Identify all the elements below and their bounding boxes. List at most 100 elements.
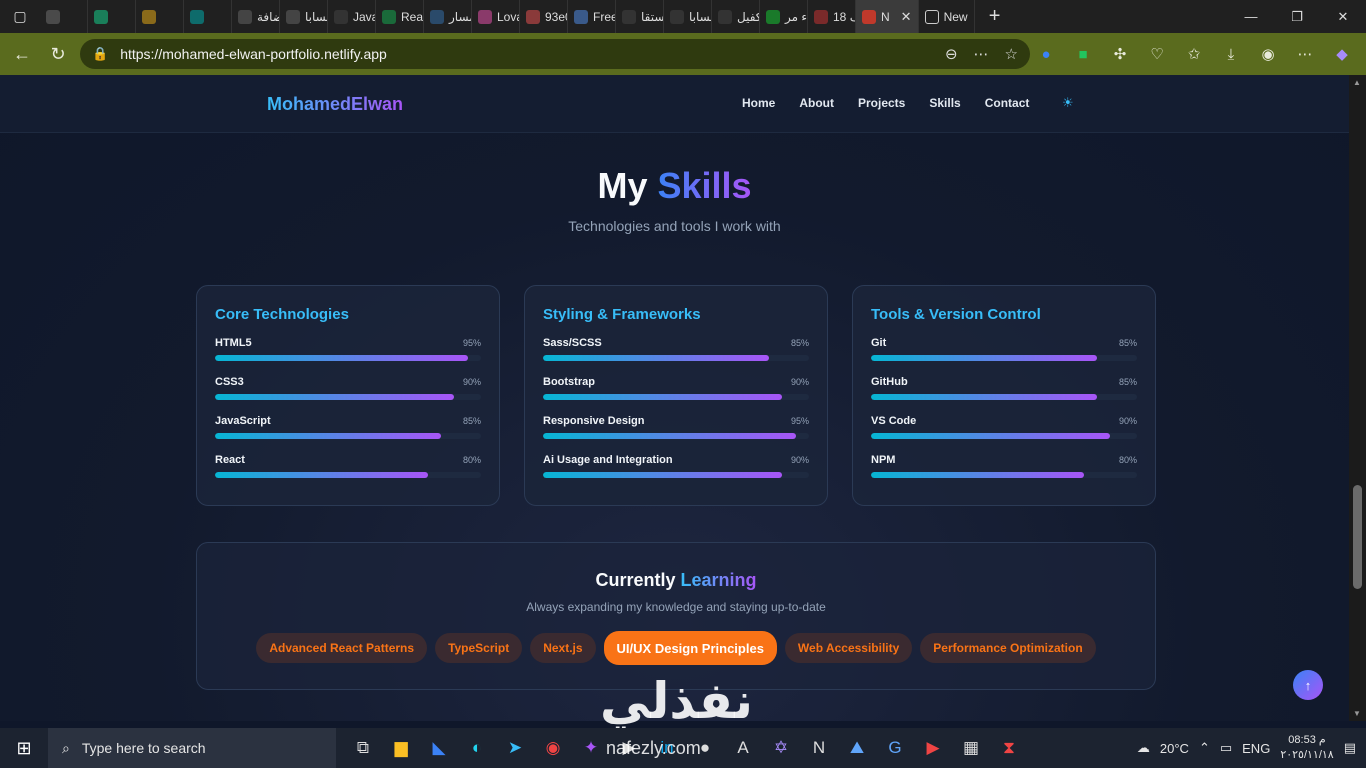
language-indicator[interactable]: ENG xyxy=(1242,741,1270,756)
youtube-icon[interactable]: ▶ xyxy=(914,728,952,768)
browser-tab[interactable] xyxy=(40,0,88,33)
settings-more-icon[interactable]: ⋯ xyxy=(1295,45,1315,63)
copilot-icon[interactable]: ◆ xyxy=(1332,45,1352,63)
browser-tab-bar: ▢ إضافة حسابا JavaS React مسار Lovab 93e0 Freep… xyxy=(0,0,1366,33)
figma-icon[interactable]: ✦ xyxy=(572,728,610,768)
refresh-icon[interactable]: ↻ xyxy=(40,33,76,75)
nav-link-projects[interactable]: Projects xyxy=(858,96,905,110)
favorites-icon[interactable]: ✩ xyxy=(1184,45,1204,63)
nav-link-contact[interactable]: Contact xyxy=(985,96,1030,110)
skill-progress-fill xyxy=(871,394,1098,400)
profile-avatar[interactable]: ◉ xyxy=(1258,45,1278,63)
learning-chip[interactable]: Web Accessibility xyxy=(784,633,913,663)
skill-card: Core Technologies HTML5 95% CSS3 90% JavaScri… xyxy=(196,285,500,506)
browser-tab[interactable] xyxy=(184,0,232,33)
browser-essentials-icon[interactable]: ♡ xyxy=(1147,45,1167,63)
url-field[interactable]: 🔒 https://mohamed-elwan-portfolio.netlif… xyxy=(80,39,1030,69)
skill-name: VS Code xyxy=(871,415,917,427)
chrome-icon[interactable]: ◉ xyxy=(534,728,572,768)
scroll-up-icon[interactable]: ▲ xyxy=(1353,78,1361,87)
pdf-reader-icon[interactable]: ⧗ xyxy=(990,728,1028,768)
learning-chips: Advanced React Patterns TypeScript Next.js… xyxy=(197,631,1155,665)
extension-blue-icon[interactable]: ● xyxy=(1036,46,1056,63)
browser-tab[interactable]: React xyxy=(376,0,424,33)
web-page: MohamedElwan Home About Projects Skills Cont… xyxy=(0,75,1349,721)
weather-temp[interactable]: 20°C xyxy=(1160,741,1189,756)
skill-card-title: Core Technologies xyxy=(215,306,349,323)
browser-tab[interactable]: JavaS xyxy=(328,0,376,33)
browser-tab[interactable]: Freep xyxy=(568,0,616,33)
browser-tab[interactable] xyxy=(88,0,136,33)
downloads-icon[interactable]: ⤓ xyxy=(1221,46,1241,63)
clock[interactable]: 08:53 م ٢٠٢٥/١١/١٨ xyxy=(1280,733,1333,763)
translate-icon[interactable]: G xyxy=(876,728,914,768)
scroll-down-icon[interactable]: ▼ xyxy=(1353,709,1361,718)
browser-tab[interactable]: كفيل - xyxy=(712,0,760,33)
calculator-icon[interactable]: ▦ xyxy=(952,728,990,768)
learning-chip[interactable]: Next.js xyxy=(530,633,596,663)
page-scrollbar[interactable]: ▲ ▼ xyxy=(1349,75,1366,721)
learning-chip[interactable]: UI/UX Design Principles xyxy=(603,631,777,665)
taskbar-search-field[interactable]: ⌕ Type here to search xyxy=(48,728,336,768)
browser-tab[interactable] xyxy=(136,0,184,33)
skill-name: Git xyxy=(871,337,887,349)
browser-tab[interactable]: Lovab xyxy=(472,0,520,33)
file-explorer-icon[interactable]: ▆ xyxy=(382,728,420,768)
extension-green-icon[interactable]: ■ xyxy=(1073,46,1093,63)
browser-tab[interactable]: إضافة xyxy=(232,0,280,33)
tab-label: كفيل - xyxy=(737,9,760,24)
more-url-icon[interactable]: ⋯ xyxy=(974,45,989,63)
browser-tab[interactable]: حسابا xyxy=(280,0,328,33)
extensions-puzzle-icon[interactable]: ✣ xyxy=(1110,45,1130,63)
close-window-icon[interactable]: ✕ xyxy=(1320,0,1366,33)
tab-favicon xyxy=(238,9,252,24)
notion-icon[interactable]: N xyxy=(800,728,838,768)
theme-toggle-sun-icon[interactable]: ☀ xyxy=(1062,95,1074,111)
browser-tab[interactable]: 18 أف xyxy=(808,0,856,33)
nav-link-home[interactable]: Home xyxy=(742,96,775,110)
weather-icon[interactable]: ☁ xyxy=(1137,740,1150,756)
new-tab-tab[interactable]: New xyxy=(919,0,975,33)
browser-tab[interactable]: مسار xyxy=(424,0,472,33)
nav-link-skills[interactable]: Skills xyxy=(929,96,960,110)
star-app-icon[interactable]: ✡ xyxy=(762,728,800,768)
learning-chip[interactable]: Performance Optimization xyxy=(920,633,1096,663)
skill-percent: 85% xyxy=(462,416,481,426)
browser-tab[interactable]: بناء مر xyxy=(760,0,808,33)
learning-chip[interactable]: TypeScript xyxy=(435,633,523,663)
windows-start-icon[interactable]: ⊞ xyxy=(0,728,48,768)
tab-label: 93e0 xyxy=(545,9,567,24)
minimize-icon[interactable]: — xyxy=(1228,0,1274,33)
notifications-icon[interactable]: ▤ xyxy=(1344,740,1356,756)
tab-label: مسار xyxy=(449,9,471,24)
edge-icon[interactable]: ◐ xyxy=(458,728,496,768)
ai-app-icon[interactable]: A xyxy=(724,728,762,768)
scrollbar-thumb[interactable] xyxy=(1353,485,1362,589)
task-view-icon[interactable]: ⧉ xyxy=(344,728,382,768)
vscode-icon[interactable]: ◣ xyxy=(420,728,458,768)
nav-link-about[interactable]: About xyxy=(799,96,834,110)
skills-title: My Skills xyxy=(0,165,1349,207)
tab-favicon xyxy=(670,9,684,24)
network-icon[interactable]: ▭ xyxy=(1220,740,1232,756)
active-tab[interactable]: N ✕ xyxy=(856,0,919,33)
skill-name: Ai Usage and Integration xyxy=(543,454,673,466)
tray-chevron-up-icon[interactable]: ⌃ xyxy=(1199,740,1210,756)
new-tab-plus-icon[interactable]: + xyxy=(975,0,1015,33)
tab-strip: إضافة حسابا JavaS React مسار Lovab 93e0 Freep مس… xyxy=(40,0,856,33)
back-to-top-arrow-icon[interactable]: ↑ xyxy=(1293,670,1323,700)
zoom-icon[interactable]: ⊖ xyxy=(945,45,958,63)
close-tab-icon[interactable]: ✕ xyxy=(901,9,912,25)
learning-chip[interactable]: Advanced React Patterns xyxy=(256,633,428,663)
browser-tab[interactable]: 93e0 xyxy=(520,0,568,33)
site-logo[interactable]: MohamedElwan xyxy=(267,94,403,115)
maps-app-icon[interactable]: ⛰ xyxy=(838,728,876,768)
site-info-icon[interactable]: 🔒 xyxy=(92,46,108,62)
telegram-icon[interactable]: ➤ xyxy=(496,728,534,768)
tab-actions-icon[interactable]: ▢ xyxy=(0,0,40,33)
favorite-star-icon[interactable]: ☆ xyxy=(1005,45,1018,63)
browser-tab[interactable]: حسابا xyxy=(664,0,712,33)
maximize-icon[interactable]: ❐ xyxy=(1274,0,1320,33)
back-icon[interactable]: ← xyxy=(4,33,40,75)
browser-tab[interactable]: مستقا xyxy=(616,0,664,33)
